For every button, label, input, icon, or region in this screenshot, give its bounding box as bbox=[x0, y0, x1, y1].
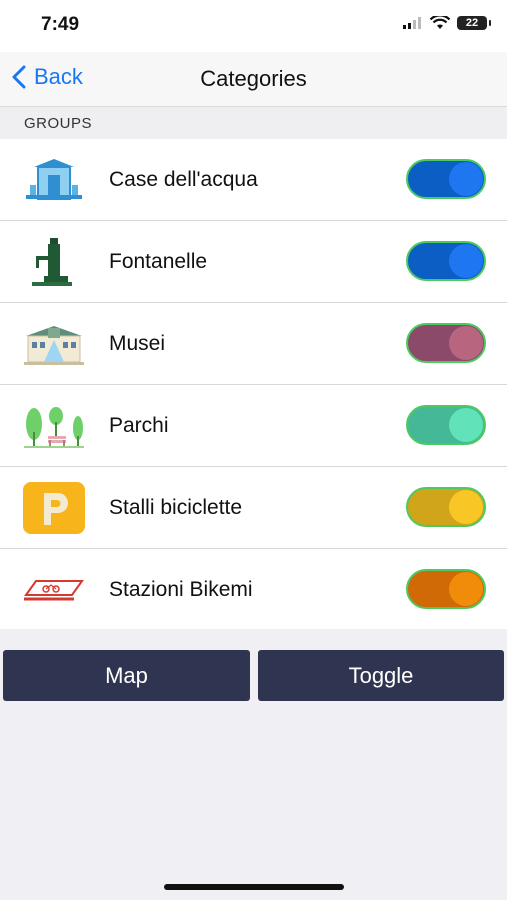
category-toggle[interactable] bbox=[406, 323, 486, 363]
museum-icon bbox=[22, 318, 86, 370]
category-toggle[interactable] bbox=[406, 405, 486, 445]
category-label: Case dell'acqua bbox=[109, 168, 258, 191]
toggle-knob bbox=[449, 244, 483, 278]
status-bar: 7:49 22 bbox=[0, 0, 507, 52]
category-label: Musei bbox=[109, 332, 166, 355]
section-header: GROUPS bbox=[0, 107, 507, 139]
map-button[interactable]: Map bbox=[3, 650, 250, 701]
list-item: Case dell'acqua bbox=[0, 139, 507, 221]
category-toggle[interactable] bbox=[406, 487, 486, 527]
status-time: 7:49 bbox=[41, 14, 80, 35]
toggle-knob bbox=[449, 326, 483, 360]
category-toggle[interactable] bbox=[406, 241, 486, 281]
list-item: Musei bbox=[0, 303, 507, 385]
park-icon bbox=[22, 400, 86, 452]
bike-station-icon bbox=[22, 564, 86, 616]
list-item: Fontanelle bbox=[0, 221, 507, 303]
category-label: Fontanelle bbox=[109, 250, 208, 273]
home-indicator bbox=[164, 884, 344, 890]
cellular-signal-icon bbox=[403, 17, 421, 29]
toggle-knob bbox=[449, 162, 483, 196]
category-list: Case dell'acqua Fontanelle Musei Parchi … bbox=[0, 139, 507, 631]
list-item: Stalli biciclette bbox=[0, 467, 507, 549]
wifi-icon bbox=[430, 16, 450, 29]
list-item: Stazioni Bikemi bbox=[0, 549, 507, 631]
bottom-area: Map Toggle bbox=[0, 629, 507, 900]
list-item: Parchi bbox=[0, 385, 507, 467]
category-toggle[interactable] bbox=[406, 159, 486, 199]
toggle-knob bbox=[449, 572, 483, 606]
status-icons: 22 bbox=[403, 16, 491, 30]
section-header-label: GROUPS bbox=[24, 115, 93, 132]
fountain-icon bbox=[22, 236, 86, 288]
page-title: Categories bbox=[200, 66, 307, 91]
category-toggle[interactable] bbox=[406, 569, 486, 609]
category-label: Stazioni Bikemi bbox=[109, 578, 253, 601]
battery-icon: 22 bbox=[457, 16, 491, 30]
navigation-bar: Back Categories bbox=[0, 52, 507, 107]
water-house-icon bbox=[22, 154, 86, 206]
toggle-knob bbox=[449, 408, 483, 442]
category-label: Stalli biciclette bbox=[109, 496, 243, 519]
toggle-button[interactable]: Toggle bbox=[258, 650, 504, 701]
toggle-knob bbox=[449, 490, 483, 524]
parking-icon bbox=[22, 482, 86, 534]
category-label: Parchi bbox=[109, 414, 169, 437]
